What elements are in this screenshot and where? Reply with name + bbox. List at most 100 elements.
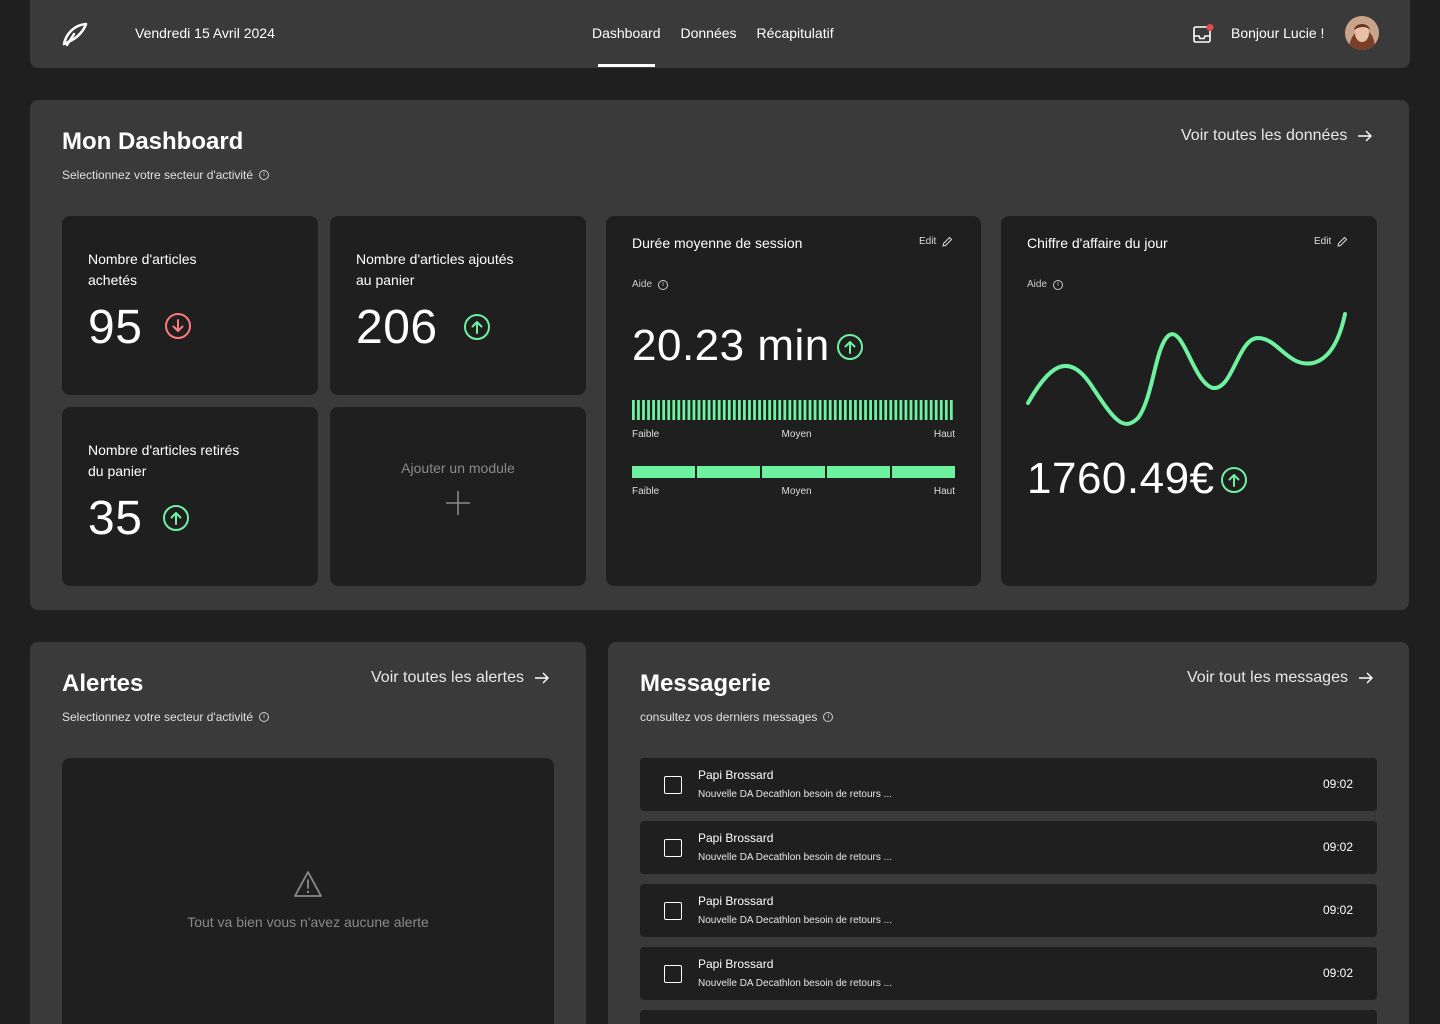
level-tick — [702, 400, 706, 420]
edit-button[interactable]: Edit — [1314, 236, 1348, 247]
level-tick — [788, 400, 792, 420]
trend-up-icon — [837, 334, 863, 360]
kpi-value: 206 — [356, 301, 438, 354]
alerts-subtitle-text: Selectionnez votre secteur d'activité — [62, 710, 254, 724]
brand-logo-icon[interactable] — [60, 20, 90, 48]
arrow-right-icon — [534, 672, 549, 684]
arrow-right-icon — [1358, 672, 1373, 684]
level-tick — [823, 400, 827, 420]
message-checkbox[interactable] — [664, 965, 682, 983]
level-tick — [783, 400, 787, 420]
scale-labels-2: Faible Moyen Haut — [632, 486, 955, 497]
level-tick — [884, 400, 888, 420]
level-tick — [712, 400, 716, 420]
info-icon[interactable]: i — [823, 712, 834, 722]
level-tick — [773, 400, 777, 420]
inbox-icon[interactable] — [1192, 24, 1214, 44]
kpi-card-added[interactable]: Nombre d'articles ajoutés au panier 206 — [330, 216, 586, 395]
kpi-card-removed[interactable]: Nombre d'articles retirés du panier 35 — [62, 407, 318, 586]
edit-button[interactable]: Edit — [919, 236, 953, 247]
message-checkbox[interactable] — [664, 902, 682, 920]
message-row-partial[interactable] — [640, 1010, 1377, 1024]
revenue-title: Chiffre d'affaire du jour — [1027, 235, 1168, 251]
level-tick — [833, 400, 837, 420]
session-segment-bar — [632, 466, 955, 478]
level-tick — [682, 400, 686, 420]
level-tick — [647, 400, 650, 420]
level-tick — [934, 400, 938, 420]
pencil-icon — [1337, 236, 1348, 247]
notification-dot — [1206, 24, 1214, 31]
level-tick — [652, 400, 655, 420]
level-tick — [758, 400, 761, 420]
level-tick — [838, 400, 842, 420]
view-all-messages-link[interactable]: Voir tout les messages — [1187, 669, 1374, 687]
level-segment — [697, 466, 760, 478]
level-tick — [914, 400, 918, 420]
add-module-button[interactable]: Ajouter un module — [330, 407, 586, 586]
help-label: Aide — [632, 279, 653, 290]
level-tick — [768, 400, 772, 420]
message-checkbox[interactable] — [664, 839, 682, 857]
level-tick — [717, 400, 721, 420]
level-tick — [662, 400, 666, 420]
dashboard-subtitle: Selectionnez votre secteur d'activité i — [62, 168, 270, 182]
info-icon[interactable]: i — [259, 170, 270, 180]
plus-icon — [446, 490, 470, 515]
level-tick — [949, 400, 953, 420]
trend-down-icon — [165, 313, 191, 339]
revenue-card[interactable]: Chiffre d'affaire du jour Edit Aide i 17… — [1001, 216, 1377, 586]
revenue-sparkline — [1026, 312, 1347, 426]
level-tick — [864, 400, 867, 420]
help-link[interactable]: Aide i — [1027, 279, 1064, 290]
level-tick — [904, 400, 908, 420]
scale-labels-1: Faible Moyen Haut — [632, 429, 955, 440]
view-all-data-link[interactable]: Voir toutes les données — [1181, 127, 1373, 145]
level-tick — [939, 400, 943, 420]
level-tick — [929, 400, 933, 420]
info-icon[interactable]: i — [259, 712, 270, 722]
alerts-empty-message: Tout va bien vous n'avez aucune alerte — [187, 914, 429, 930]
level-tick — [869, 400, 872, 420]
message-preview: Nouvelle DA Decathlon besoin de retours … — [698, 915, 892, 926]
greeting: Bonjour Lucie ! — [1231, 25, 1325, 41]
level-tick — [748, 400, 751, 420]
level-tick — [697, 400, 701, 420]
level-tick — [642, 400, 645, 420]
add-module-label: Ajouter un module — [401, 459, 515, 476]
view-all-alerts-link[interactable]: Voir toutes les alertes — [371, 669, 550, 687]
alerts-subtitle: Selectionnez votre secteur d'activité i — [62, 710, 270, 724]
message-sender: Papi Brossard — [698, 831, 774, 845]
level-tick — [894, 400, 898, 420]
level-segment — [632, 466, 695, 478]
level-tick — [778, 400, 782, 420]
message-row[interactable]: Papi Brossard Nouvelle DA Decathlon beso… — [640, 821, 1377, 874]
session-level-bar — [632, 400, 953, 420]
message-row[interactable]: Papi Brossard Nouvelle DA Decathlon beso… — [640, 758, 1377, 811]
nav-recapitulatif[interactable]: Récapitulatif — [757, 25, 834, 41]
level-tick — [889, 400, 893, 420]
level-tick — [707, 400, 711, 420]
warning-icon — [294, 871, 322, 897]
level-tick — [722, 400, 726, 420]
session-duration-card[interactable]: Durée moyenne de session Edit Aide i 20.… — [606, 216, 981, 586]
level-tick — [677, 400, 681, 420]
level-tick — [808, 400, 812, 420]
kpi-card-purchased[interactable]: Nombre d'articles achetés 95 — [62, 216, 318, 395]
scale-high: Haut — [933, 486, 955, 497]
level-segment — [762, 466, 825, 478]
help-link[interactable]: Aide i — [632, 279, 669, 290]
nav-dashboard[interactable]: Dashboard — [592, 25, 661, 67]
top-bar: Vendredi 15 Avril 2024 Dashboard Données… — [30, 0, 1410, 68]
kpi-label: Nombre d'articles achetés — [88, 251, 197, 288]
message-time: 09:02 — [1322, 777, 1353, 791]
message-row[interactable]: Papi Brossard Nouvelle DA Decathlon beso… — [640, 947, 1377, 1000]
user-avatar[interactable] — [1345, 16, 1379, 50]
alerts-empty-state: Tout va bien vous n'avez aucune alerte — [62, 758, 554, 1024]
message-sender: Papi Brossard — [698, 957, 774, 971]
nav-donnees[interactable]: Données — [681, 25, 737, 41]
kpi-value: 95 — [88, 301, 143, 354]
level-tick — [924, 400, 928, 420]
message-row[interactable]: Papi Brossard Nouvelle DA Decathlon beso… — [640, 884, 1377, 937]
message-checkbox[interactable] — [664, 776, 682, 794]
